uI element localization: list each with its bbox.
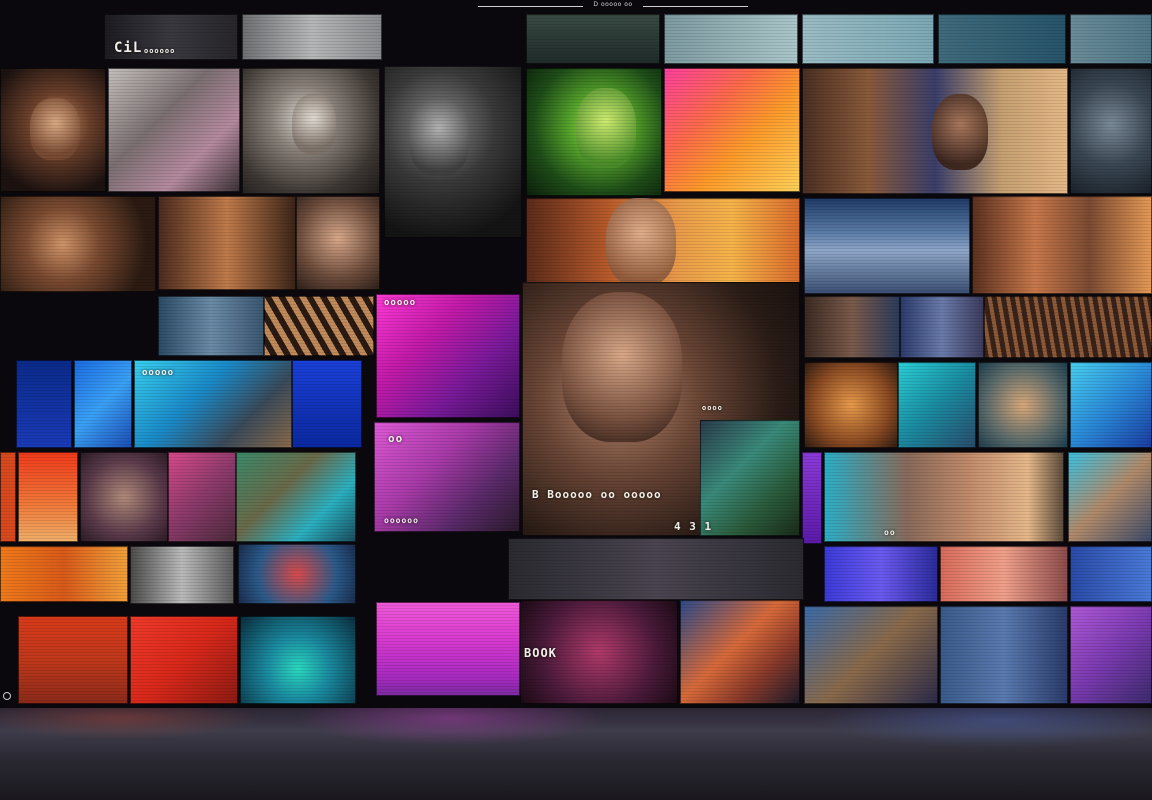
screen-tile — [168, 452, 236, 542]
screen-tile — [264, 296, 374, 356]
tile-blue-label: ooooo — [142, 368, 175, 378]
power-icon — [3, 692, 11, 700]
screen-tile — [1070, 362, 1152, 448]
screen-tile — [1070, 14, 1152, 64]
video-wall-scene: D ooooo oo CiL oooooo ooooo oooo B Boooo… — [0, 0, 1152, 800]
screen-tile — [940, 546, 1068, 602]
screen-tile: ooooo — [134, 360, 292, 448]
tile-center-bottom: oooooo — [384, 516, 419, 525]
screen-tile: CiL oooooo — [104, 14, 238, 60]
screen-tile — [240, 616, 356, 704]
top-caption-text: D ooooo oo — [593, 1, 633, 8]
screen-tile — [158, 296, 264, 356]
portrait-shape — [576, 88, 636, 168]
screen-tile — [18, 616, 128, 704]
screen-tile: oo oooooo — [374, 422, 520, 532]
tile-night-sign: BOOK — [524, 646, 557, 660]
screen-tile — [940, 606, 1068, 704]
screen-tile — [1068, 452, 1152, 542]
screen-tile — [296, 196, 380, 290]
screen-tile — [238, 544, 356, 604]
tile-sign-text: CiL — [114, 40, 143, 56]
screen-tile — [130, 616, 238, 704]
screen-tile — [508, 538, 804, 600]
screen-tile — [1070, 68, 1152, 194]
screen-tile — [898, 362, 976, 448]
tile-pink-left-label: oo — [388, 432, 404, 445]
screen-tile — [18, 452, 78, 542]
screen-tile — [804, 198, 970, 294]
screen-tile: BOOK — [520, 600, 678, 704]
tile-center-caption: B Booooo oo ooooo — [532, 488, 662, 501]
screen-tile — [0, 68, 106, 192]
portrait-shape — [606, 198, 676, 286]
screen-tile — [984, 296, 1152, 358]
screen-tile — [802, 14, 934, 64]
screen-tile — [664, 14, 798, 64]
screen-tile — [526, 68, 662, 196]
screen-tile — [130, 546, 234, 604]
screen-tile — [80, 452, 168, 542]
screen-tile — [0, 196, 156, 292]
screen-tile — [802, 68, 1068, 194]
tile-center-number: 4 3 1 — [674, 520, 713, 533]
screen-tile — [900, 296, 984, 358]
screen-tile — [972, 196, 1152, 294]
tile-small-text: oooooo — [144, 47, 176, 55]
tile-pink-label: ooooo — [384, 298, 417, 308]
screen-tile — [242, 68, 380, 194]
tile-neon-small: oooo — [702, 404, 723, 412]
portrait-shape — [562, 292, 682, 442]
screen-tile — [526, 198, 800, 290]
screen-tile — [1070, 546, 1152, 602]
screen-tile — [1070, 606, 1152, 704]
screen-tile — [292, 360, 362, 448]
screen-tile — [824, 546, 938, 602]
screen-tile — [158, 196, 296, 290]
tile-right-label: oo — [884, 528, 896, 537]
screen-tile — [74, 360, 132, 448]
portrait-shape — [932, 94, 988, 170]
screen-tile: ooooo — [376, 294, 520, 418]
floor-reflection — [0, 708, 1152, 800]
screen-tile — [664, 68, 800, 192]
screen-tile — [700, 420, 800, 536]
screen-tile — [526, 14, 660, 64]
screen-tile — [938, 14, 1066, 64]
screen-tile — [16, 360, 72, 448]
screen-tile — [242, 14, 382, 60]
screen-tile — [0, 452, 16, 542]
screen-tile — [804, 362, 898, 448]
portrait-shape — [409, 96, 469, 176]
top-caption-bar: D ooooo oo — [478, 1, 748, 9]
screen-tile — [108, 68, 240, 192]
screen-tile — [804, 296, 900, 358]
screen-tile — [680, 600, 800, 704]
screen-tile — [376, 602, 520, 696]
screen-tile — [236, 452, 356, 542]
screen-tile — [978, 362, 1068, 448]
screen-tile — [802, 452, 822, 544]
portrait-shape — [30, 98, 80, 160]
screen-tile — [0, 546, 128, 602]
screen-tile: oo — [824, 452, 1064, 542]
screen-tile — [804, 606, 938, 704]
screen-tile — [384, 66, 522, 238]
portrait-shape — [292, 94, 336, 154]
